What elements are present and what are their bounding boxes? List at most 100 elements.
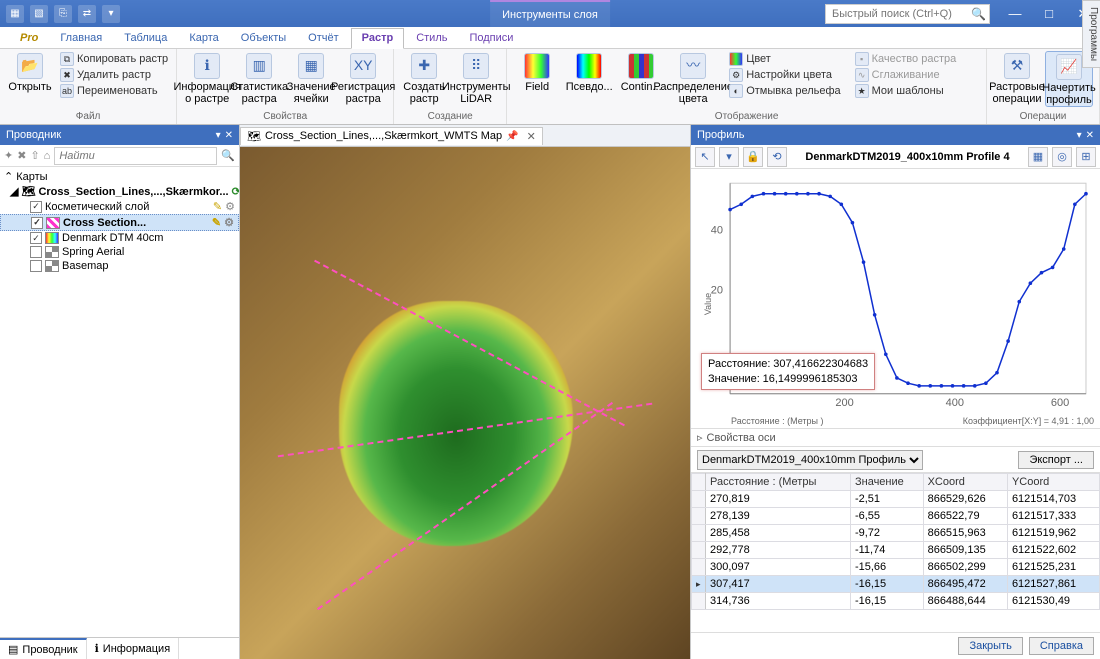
table-row[interactable]: 314,736-16,15866488,6446121530,49 [692,593,1100,610]
ribbon-tabs: Pro Главная Таблица Карта Объекты Отчёт … [0,27,1100,49]
copy-raster-button[interactable]: ⧉Копировать растр [58,51,170,67]
qat-icon-2[interactable]: ▧ [30,5,48,23]
tab-report[interactable]: Отчёт [298,29,348,48]
col-header[interactable]: Значение [850,474,923,491]
color-settings-button[interactable]: ⚙Настройки цвета [727,67,842,83]
tab-labels[interactable]: Подписи [459,29,523,48]
field-button[interactable]: Field [513,51,561,93]
tab-raster[interactable]: Растр [351,28,405,49]
qat-icon-3[interactable]: ⎘ [54,5,72,23]
reset-tool[interactable]: ⟲ [767,147,787,167]
raster-stats-button[interactable]: ▥Статистика растра [235,51,283,105]
search-icon[interactable]: 🔍 [971,7,986,21]
nav-back-icon[interactable]: ✦ [4,149,13,162]
qat-icon-4[interactable]: ⇄ [78,5,96,23]
edit-icon[interactable]: ✎ [213,200,222,213]
checkbox[interactable]: ✓ [30,232,42,244]
layer-tree[interactable]: ⌃Карты ◢🗺Cross_Section_Lines,...,Skærmko… [0,167,239,637]
x-axis-label: Расстояние : (Метры ) [731,416,824,426]
gear-icon[interactable]: ⚙ [224,216,234,229]
explorer-search-icon[interactable]: 🔍 [221,149,235,162]
tree-spring[interactable]: Spring Aerial [0,245,239,259]
tree-basemap[interactable]: Basemap [0,259,239,273]
tab-home[interactable]: Главная [50,29,112,48]
chart-opt-1[interactable]: ▦ [1028,147,1048,167]
tree-cross-section[interactable]: ✓Cross Section...✎⚙ [0,214,239,231]
gear-icon[interactable]: ⚙ [225,200,235,213]
open-button[interactable]: 📂 Открыть [6,51,54,93]
checkbox[interactable]: ✓ [30,201,42,213]
hillshade-button[interactable]: ◐Отмывка рельефа [727,83,842,99]
qat-icon-1[interactable]: ▦ [6,5,24,23]
search-input[interactable] [825,4,990,24]
table-row[interactable]: 285,458-9,72866515,9636121519,962 [692,525,1100,542]
minimize-button[interactable]: — [998,0,1032,27]
pin-icon[interactable]: ▾ [1077,130,1082,141]
close-tab-icon[interactable]: ✕ [527,130,536,143]
rename-raster-button[interactable]: abПереименовать [58,83,170,99]
pin-icon[interactable]: ▾ [216,130,221,141]
quality-button[interactable]: ▪Качество растра [853,51,959,67]
tree-cosmetic[interactable]: ✓Косметический слой✎⚙ [0,199,239,214]
refresh-icon[interactable]: ⟳ [232,185,239,198]
profile-grid[interactable]: Расстояние : (МетрыЗначениеXCoordYCoord … [691,473,1100,633]
raster-info-button[interactable]: ℹИнформация о растре [183,51,231,105]
templates-button[interactable]: ★Мои шаблоны [853,83,959,99]
chart-opt-3[interactable]: ⊞ [1076,147,1096,167]
checkbox[interactable]: ✓ [31,217,43,229]
table-row[interactable]: 278,139-6,55866522,796121517,333 [692,508,1100,525]
map-view[interactable] [240,147,690,659]
dropdown-tool[interactable]: ▾ [719,147,739,167]
col-header[interactable]: XCoord [923,474,1007,491]
table-row[interactable]: 307,417-16,15866495,4726121527,861 [692,576,1100,593]
lidar-tools-button[interactable]: ⠿Инструменты LiDAR [452,51,500,105]
tab-objects[interactable]: Объекты [231,29,296,48]
register-raster-button[interactable]: XYРегистрация растра [339,51,387,105]
bottom-tab-info[interactable]: ℹИнформация [87,638,180,659]
color-button[interactable]: Цвет [727,51,842,67]
maximize-button[interactable]: □ [1032,0,1066,27]
pointer-tool[interactable]: ↖ [695,147,715,167]
profile-select[interactable]: DenmarkDTM2019_400x10mm Профиль [697,450,923,470]
checkbox[interactable] [30,260,42,272]
bottom-tab-explorer[interactable]: ▤Проводник [0,638,87,659]
col-header[interactable]: YCoord [1007,474,1099,491]
table-row[interactable]: 300,097-15,66866502,2996121525,231 [692,559,1100,576]
tab-style[interactable]: Стиль [406,29,457,48]
tab-pro[interactable]: Pro [10,29,48,48]
edit-icon[interactable]: ✎ [212,216,221,229]
qat-dropdown-icon[interactable]: ▾ [102,5,120,23]
tab-map[interactable]: Карта [179,29,228,48]
chart-opt-2[interactable]: ◎ [1052,147,1072,167]
nav-home-icon[interactable]: ⌂ [44,150,51,162]
axis-properties-row[interactable]: ▹Свойства оси [691,429,1100,447]
nav-close-icon[interactable]: ✖ [17,149,26,162]
delete-raster-button[interactable]: ✖Удалить растр [58,67,170,83]
color-dist-button[interactable]: 〰Распределение цвета [669,51,717,105]
close-button[interactable]: Закрыть [958,637,1022,655]
chart-area[interactable]: 40 20 200 400 600 Расстояние: 307,416622… [691,169,1100,429]
tree-group-maps[interactable]: ⌃Карты [0,169,239,184]
tab-table[interactable]: Таблица [114,29,177,48]
checkbox[interactable] [30,246,42,258]
help-button[interactable]: Справка [1029,637,1094,655]
close-pane-icon[interactable]: ✕ [225,130,233,141]
raster-ops-button[interactable]: ⚒Растровые операции [993,51,1041,105]
nav-up-icon[interactable]: ⇧ [30,149,39,162]
tree-root-map[interactable]: ◢🗺Cross_Section_Lines,...,Skærmkor...⟳ [0,184,239,199]
close-pane-icon[interactable]: ✕ [1086,130,1094,141]
lock-tool[interactable]: 🔒 [743,147,763,167]
basemap-label: Basemap [62,260,108,272]
tree-dtm[interactable]: ✓Denmark DTM 40cm [0,231,239,245]
explorer-search-input[interactable] [54,147,217,165]
table-row[interactable]: 292,778-11,74866509,1356121522,602 [692,542,1100,559]
cell-value-button[interactable]: ▦Значение ячейки [287,51,335,105]
smoothing-button[interactable]: ∿Сглаживание [853,67,959,83]
col-header[interactable]: Расстояние : (Метры [706,474,851,491]
table-row[interactable]: 270,819-2,51866529,6266121514,703 [692,491,1100,508]
document-tab[interactable]: 🗺 Cross_Section_Lines,...,Skærmkort_WMTS… [240,127,543,145]
pin-icon[interactable]: 📌 [506,131,518,142]
pseudo-button[interactable]: Псевдо... [565,51,613,93]
export-button[interactable]: Экспорт ... [1018,451,1094,469]
side-tab-programs[interactable]: Программы [1082,0,1100,68]
